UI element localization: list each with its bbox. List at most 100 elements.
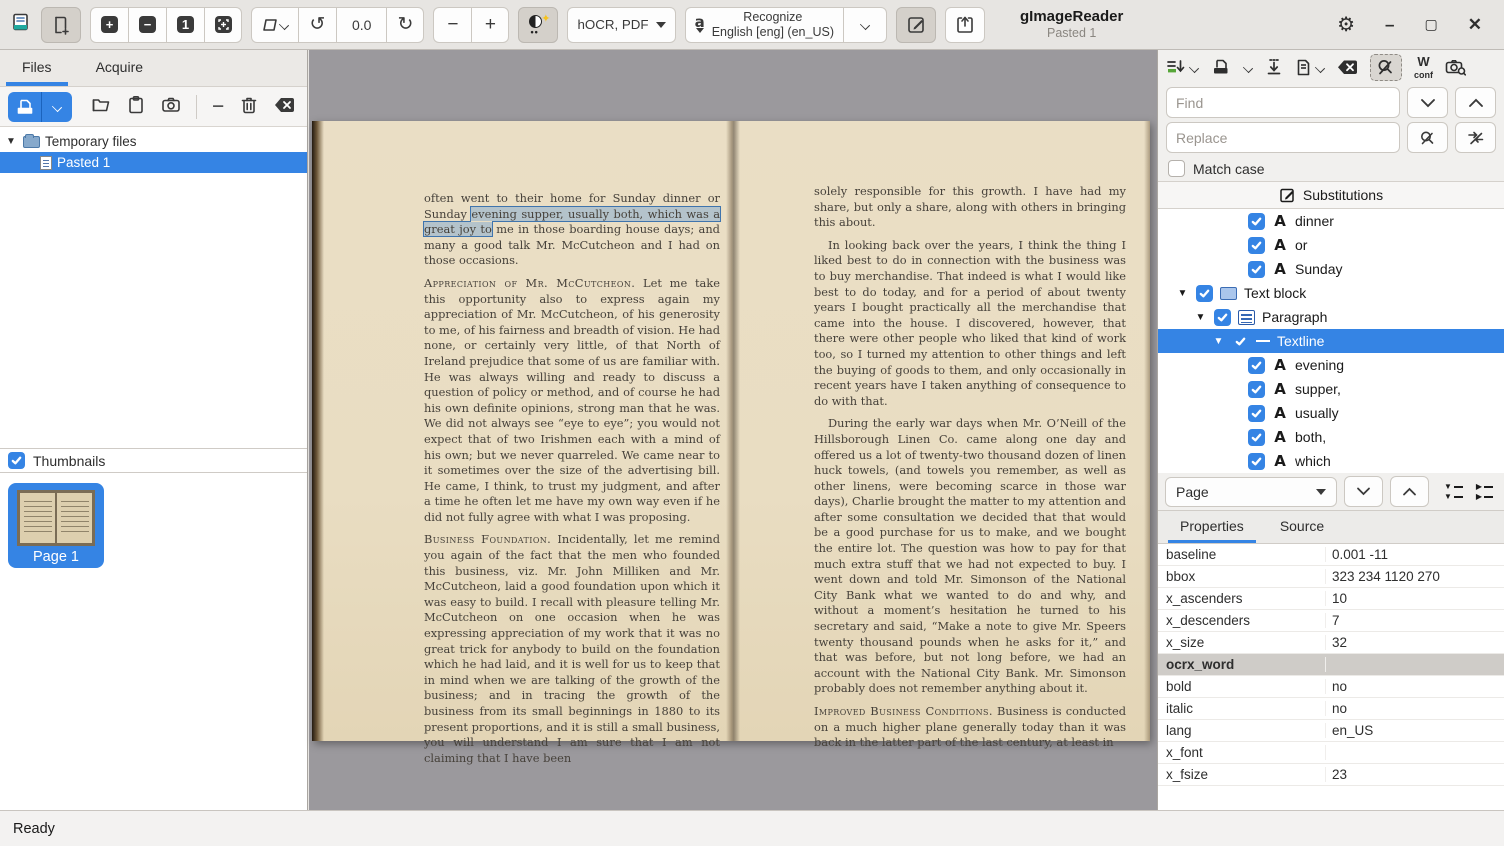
tree-row-word[interactable]: Aevening (1158, 353, 1504, 377)
navigate-prev-button[interactable] (1390, 476, 1429, 507)
expander-icon[interactable]: ▼ (1194, 312, 1207, 323)
tree-row-word[interactable]: Aor (1158, 233, 1504, 257)
zoom-out-button[interactable]: − (128, 7, 166, 43)
open-folder-button[interactable] (91, 95, 111, 118)
open-image-button[interactable] (8, 92, 41, 122)
item-checkbox[interactable] (1196, 285, 1213, 302)
item-checkbox[interactable] (1248, 429, 1265, 446)
replace-all-button[interactable] (1455, 122, 1496, 153)
property-row[interactable]: x_ascenders10 (1158, 588, 1504, 610)
paste-button[interactable] (126, 95, 146, 118)
add-page-button[interactable] (41, 7, 81, 43)
open-output-dropdown[interactable] (1243, 63, 1253, 73)
expander-icon[interactable]: ▼ (6, 136, 18, 147)
item-checkbox[interactable] (1248, 453, 1265, 470)
rotation-angle-display[interactable]: 0.0 (336, 7, 386, 43)
item-checkbox[interactable] (1248, 405, 1265, 422)
open-output-button[interactable] (1211, 58, 1231, 77)
scanned-book-image[interactable]: often went to their home for Sunday dinn… (312, 121, 1150, 741)
item-checkbox[interactable] (1214, 309, 1231, 326)
property-row[interactable]: x_descenders7 (1158, 610, 1504, 632)
output-mode-dropdown[interactable]: hOCR, PDF (567, 7, 675, 43)
remove-page-button[interactable]: − (212, 96, 224, 117)
decrease-button[interactable]: − (433, 7, 471, 43)
find-input[interactable] (1166, 87, 1400, 118)
tree-row-textline[interactable]: ▼Textline (1158, 329, 1504, 353)
tree-row-block[interactable]: ▼Text block (1158, 281, 1504, 305)
clear-output-button[interactable] (1337, 59, 1358, 76)
paragraph-lead: Improved Business Conditions. (814, 704, 993, 718)
navigate-next-button[interactable] (1344, 476, 1383, 507)
item-checkbox[interactable] (1248, 381, 1265, 398)
tree-row-word[interactable]: Awhich (1158, 449, 1504, 473)
export-output-dropdown[interactable] (1295, 58, 1325, 77)
zoom-original-button[interactable]: 1 (166, 7, 204, 43)
zoom-fit-button[interactable] (204, 7, 242, 43)
settings-gear-button[interactable]: ⚙ (1337, 12, 1355, 37)
clear-button[interactable] (274, 96, 295, 117)
property-row[interactable]: ocrx_word (1158, 654, 1504, 676)
match-case-checkbox[interactable] (1168, 160, 1185, 177)
zoom-in-button[interactable]: + (90, 7, 128, 43)
delete-button[interactable] (239, 95, 259, 118)
page-type-dropdown[interactable]: Page (1165, 477, 1337, 507)
image-controls-toggle[interactable]: ✦•• (518, 7, 558, 43)
property-row[interactable]: langen_US (1158, 720, 1504, 742)
expand-all-button[interactable]: ▼▼ (1444, 483, 1463, 501)
find-replace-toggle[interactable] (1370, 54, 1402, 81)
tree-row-paragraph[interactable]: ▼Paragraph (1158, 305, 1504, 329)
rotate-mode-dropdown[interactable] (251, 7, 298, 43)
item-checkbox[interactable] (1248, 213, 1265, 230)
item-checkbox[interactable] (1248, 261, 1265, 278)
property-row[interactable]: baseline0.001 -11 (1158, 544, 1504, 566)
expander-icon[interactable]: ▼ (1212, 336, 1225, 347)
tab-source[interactable]: Source (1262, 511, 1342, 543)
tree-row-word[interactable]: Aboth, (1158, 425, 1504, 449)
property-row[interactable]: x_fsize23 (1158, 764, 1504, 786)
find-prev-button[interactable] (1455, 87, 1496, 118)
thumbnails-checkbox[interactable] (8, 452, 25, 469)
thumbnail-page-1[interactable]: Page 1 (8, 483, 104, 568)
rotate-right-button[interactable]: ↻ (386, 7, 424, 43)
replace-button[interactable] (1407, 122, 1448, 153)
tree-row-word[interactable]: ASunday (1158, 257, 1504, 281)
open-options-dropdown[interactable] (41, 92, 72, 122)
item-checkbox[interactable] (1232, 333, 1249, 350)
tree-folder-row[interactable]: ▼ Temporary files (0, 131, 307, 152)
screenshot-button[interactable] (161, 95, 181, 118)
tree-file-row[interactable]: Pasted 1 (0, 152, 307, 173)
find-next-button[interactable] (1407, 87, 1448, 118)
property-row[interactable]: italicno (1158, 698, 1504, 720)
recognize-options-dropdown[interactable] (843, 7, 887, 43)
maximize-button[interactable]: ▢ (1425, 16, 1438, 33)
tree-row-word[interactable]: Adinner (1158, 209, 1504, 233)
expander-icon[interactable]: ▼ (1176, 288, 1189, 299)
tree-row-word[interactable]: Asupper, (1158, 377, 1504, 401)
tab-properties[interactable]: Properties (1162, 511, 1262, 543)
substitutions-button[interactable]: Substitutions (1158, 181, 1504, 209)
tab-acquire[interactable]: Acquire (74, 50, 165, 86)
item-checkbox[interactable] (1248, 357, 1265, 374)
tree-row-word[interactable]: Ausually (1158, 401, 1504, 425)
insert-mode-dropdown[interactable] (1166, 59, 1199, 77)
minimize-button[interactable]: – (1385, 15, 1394, 35)
recognize-button[interactable]: a RecognizeEnglish [eng] (en_US) (685, 7, 843, 43)
save-output-button[interactable] (1265, 58, 1283, 77)
property-row[interactable]: x_font (1158, 742, 1504, 764)
export-button[interactable] (945, 7, 985, 43)
item-checkbox[interactable] (1248, 237, 1265, 254)
edit-output-toggle[interactable] (896, 7, 936, 43)
property-row[interactable]: bbox323 234 1120 270 (1158, 566, 1504, 588)
replace-input[interactable] (1166, 122, 1400, 153)
increase-button[interactable]: + (471, 7, 509, 43)
property-row[interactable]: x_size32 (1158, 632, 1504, 654)
show-confidence-toggle[interactable]: Wconf (1414, 55, 1433, 80)
preview-toggle[interactable] (1445, 58, 1466, 77)
close-button[interactable]: ✕ (1468, 15, 1482, 35)
app-subtitle: Pasted 1 (1020, 26, 1123, 41)
tab-files[interactable]: Files (0, 50, 74, 86)
collapse-all-button[interactable]: ▶▶ (1476, 483, 1493, 501)
rotate-left-button[interactable]: ↺ (298, 7, 336, 43)
document-canvas[interactable]: often went to their home for Sunday dinn… (309, 50, 1157, 810)
property-row[interactable]: boldno (1158, 676, 1504, 698)
